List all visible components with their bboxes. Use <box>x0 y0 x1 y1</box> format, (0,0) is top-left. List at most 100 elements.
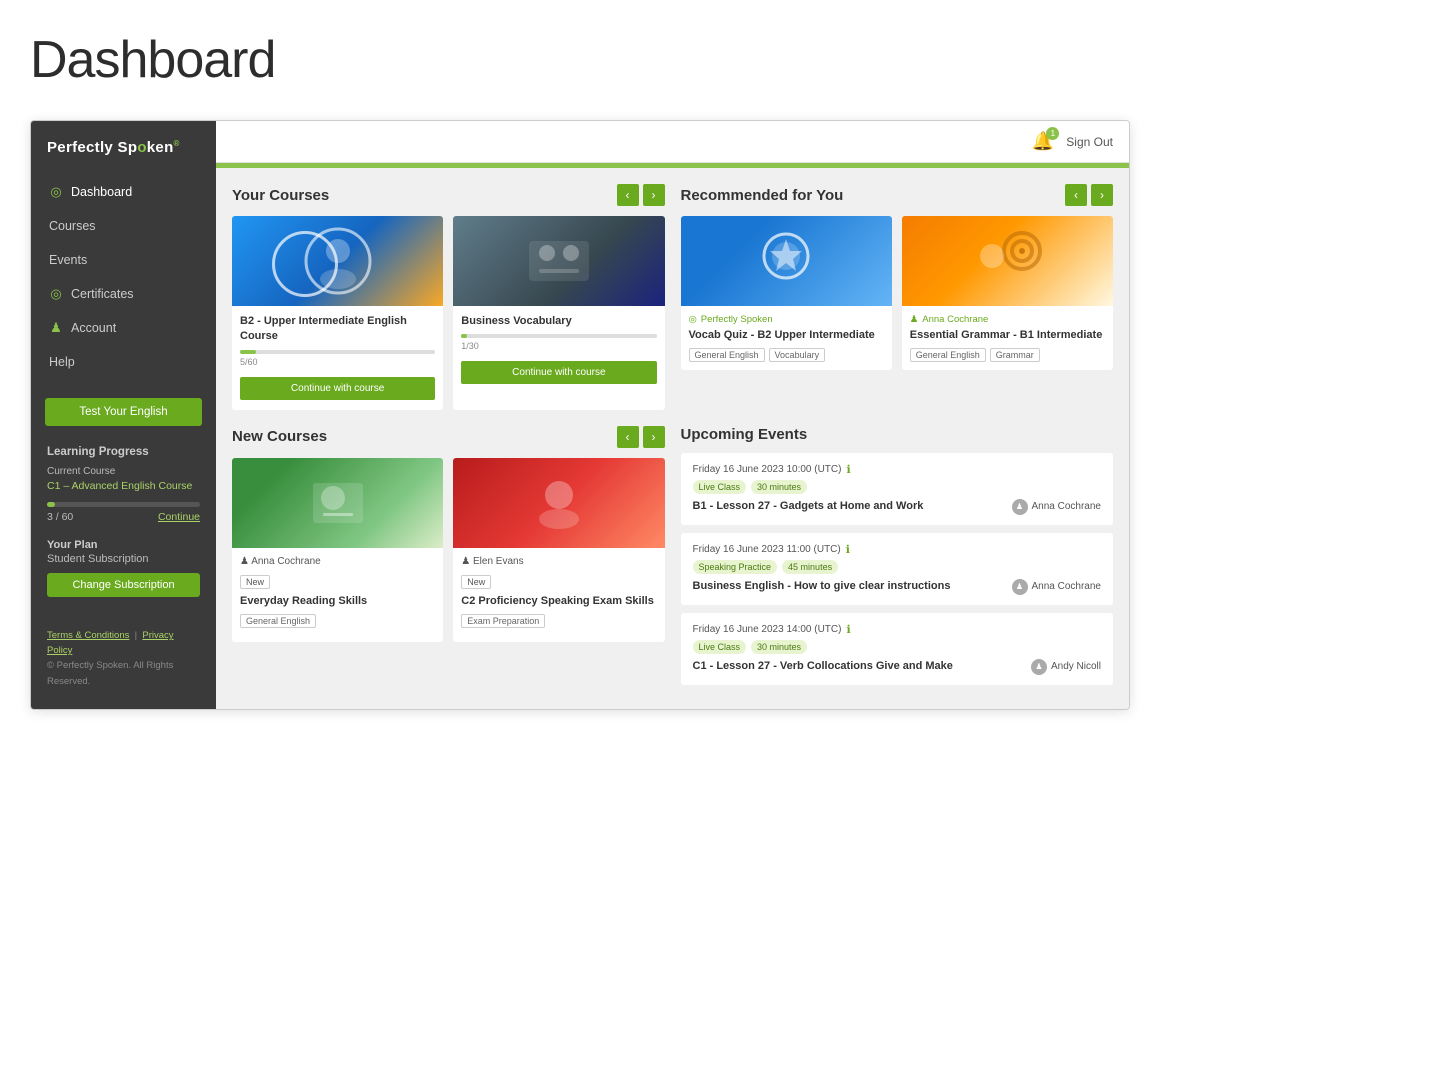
change-subscription-button[interactable]: Change Subscription <box>47 573 200 597</box>
notification-bell[interactable]: 🔔 1 <box>1032 131 1054 152</box>
event-2-info-icon: ℹ <box>846 543 850 556</box>
instructor-2-icon: ♟ <box>461 556 470 567</box>
rec-card-2-body: ♟ Anna Cochrane Essential Grammar - B1 I… <box>902 306 1113 370</box>
event-2-instructor-avatar: ♟ <box>1012 579 1028 595</box>
new-card-1-instructor: ♟ Anna Cochrane <box>240 556 321 567</box>
new-card-1-badge: New <box>240 575 270 589</box>
event-2-tag-2: 45 minutes <box>782 560 838 574</box>
sidebar-item-certificates[interactable]: ◎ Certificates <box>31 278 216 310</box>
course-card-1-progress-text: 5/60 <box>240 357 435 367</box>
test-your-english-button[interactable]: Test Your English <box>45 398 202 426</box>
sign-out-button[interactable]: Sign Out <box>1066 135 1113 149</box>
new-course-card-1-body: ♟ Anna Cochrane New Everyday Reading Ski… <box>232 548 443 632</box>
terms-link[interactable]: Terms & Conditions <box>47 630 129 641</box>
provider-2-icon: ♟ <box>910 314 919 325</box>
plan-title: Your Plan <box>47 539 200 551</box>
course-card-2-image <box>453 216 664 306</box>
event-1-tags: Live Class 30 minutes <box>693 480 1102 494</box>
course-card-1-continue[interactable]: Continue with course <box>240 377 435 400</box>
rec-card-2-provider: ♟ Anna Cochrane <box>910 314 1105 325</box>
your-courses-next[interactable]: › <box>643 184 665 206</box>
upcoming-events-title: Upcoming Events <box>681 426 808 443</box>
event-1-tag-2: 30 minutes <box>751 480 807 494</box>
app-frame: Perfectly Spoken® ◎ Dashboard Courses Ev… <box>30 120 1130 710</box>
current-course-link[interactable]: C1 – Advanced English Course <box>47 480 192 492</box>
event-1-title: B1 - Lesson 27 - Gadgets at Home and Wor… <box>693 499 1012 514</box>
rec-card-1-image <box>681 216 892 306</box>
course-card-2-title: Business Vocabulary <box>461 314 656 329</box>
learning-progress-title: Learning Progress <box>31 436 216 462</box>
rec-card-2-tags: General English Grammar <box>910 348 1105 362</box>
new-courses-header: New Courses ‹ › <box>232 426 665 448</box>
new-card-2-tag: Exam Preparation <box>461 614 545 628</box>
recommended-title: Recommended for You <box>681 187 844 204</box>
event-3-date: Friday 16 June 2023 14:00 (UTC) ℹ <box>693 623 1102 636</box>
event-2-tags: Speaking Practice 45 minutes <box>693 560 1102 574</box>
new-card-1-tag: General English <box>240 614 316 628</box>
your-courses-grid: B2 - Upper Intermediate English Course 5… <box>232 216 665 410</box>
your-courses-prev[interactable]: ‹ <box>617 184 639 206</box>
dashboard-icon: ◎ <box>49 185 63 199</box>
rec-card-2: ♟ Anna Cochrane Essential Grammar - B1 I… <box>902 216 1113 370</box>
event-3-title-row: C1 - Lesson 27 - Verb Collocations Give … <box>693 659 1102 675</box>
new-courses-section: New Courses ‹ › <box>232 426 665 693</box>
sidebar-item-events[interactable]: Events <box>31 244 216 276</box>
rec-card-2-title: Essential Grammar - B1 Intermediate <box>910 328 1105 343</box>
recommended-grid: ◎ Perfectly Spoken Vocab Quiz - B2 Upper… <box>681 216 1114 370</box>
rec-card-2-image <box>902 216 1113 306</box>
recommended-section: Recommended for You ‹ › <box>681 184 1114 410</box>
sidebar-item-help[interactable]: Help <box>31 346 216 378</box>
new-courses-title: New Courses <box>232 428 327 445</box>
topbar: 🔔 1 Sign Out <box>216 121 1129 163</box>
plan-value: Student Subscription <box>47 553 200 565</box>
sidebar: Perfectly Spoken® ◎ Dashboard Courses Ev… <box>31 121 216 709</box>
your-courses-section: Your Courses ‹ › <box>232 184 665 410</box>
rec-card-1-body: ◎ Perfectly Spoken Vocab Quiz - B2 Upper… <box>681 306 892 370</box>
new-course-card-2-image <box>453 458 664 548</box>
event-3-tag-1: Live Class <box>693 640 747 654</box>
your-courses-title: Your Courses <box>232 187 329 204</box>
new-course-card-2-title: C2 Proficiency Speaking Exam Skills <box>461 594 656 609</box>
course-card-1-title: B2 - Upper Intermediate English Course <box>240 314 435 345</box>
new-course-card-2-body: ♟ Elen Evans New C2 Proficiency Speaking… <box>453 548 664 632</box>
your-courses-nav: ‹ › <box>617 184 665 206</box>
sidebar-nav: ◎ Dashboard Courses Events ◎ Certificate… <box>31 176 216 388</box>
new-courses-next[interactable]: › <box>643 426 665 448</box>
current-course-label: Current Course C1 – Advanced English Cou… <box>31 462 216 500</box>
event-2-title-row: Business English - How to give clear ins… <box>693 579 1102 595</box>
new-course-card-1: ♟ Anna Cochrane New Everyday Reading Ski… <box>232 458 443 642</box>
event-2-title: Business English - How to give clear ins… <box>693 579 1012 594</box>
recommended-next[interactable]: › <box>1091 184 1113 206</box>
event-3-tag-2: 30 minutes <box>751 640 807 654</box>
sidebar-item-courses[interactable]: Courses <box>31 210 216 242</box>
instructor-1-icon: ♟ <box>240 556 249 567</box>
course-progress-text: 3 / 60 Continue <box>31 511 216 529</box>
event-1-date: Friday 16 June 2023 10:00 (UTC) ℹ <box>693 463 1102 476</box>
sidebar-logo: Perfectly Spoken® <box>31 121 216 176</box>
new-courses-nav: ‹ › <box>617 426 665 448</box>
rec-card-1-tag-2: Vocabulary <box>769 348 826 362</box>
event-3-tags: Live Class 30 minutes <box>693 640 1102 654</box>
event-2-date: Friday 16 June 2023 11:00 (UTC) ℹ <box>693 543 1102 556</box>
your-course-card-1: B2 - Upper Intermediate English Course 5… <box>232 216 443 410</box>
upcoming-events-header: Upcoming Events <box>681 426 1114 443</box>
event-3-instructor-avatar: ♟ <box>1031 659 1047 675</box>
new-courses-prev[interactable]: ‹ <box>617 426 639 448</box>
event-1-instructor-avatar: ♟ <box>1012 499 1028 515</box>
notification-badge: 1 <box>1046 127 1059 140</box>
your-course-card-2: Business Vocabulary 1/30 Continue with c… <box>453 216 664 410</box>
recommended-prev[interactable]: ‹ <box>1065 184 1087 206</box>
sidebar-item-dashboard[interactable]: ◎ Dashboard <box>31 176 216 208</box>
plan-section: Your Plan Student Subscription Change Su… <box>31 529 216 607</box>
continue-link[interactable]: Continue <box>158 511 200 523</box>
event-1-info-icon: ℹ <box>846 463 850 476</box>
event-1-tag-1: Live Class <box>693 480 747 494</box>
main-body: Your Courses ‹ › <box>216 168 1129 709</box>
account-icon: ♟ <box>49 321 63 335</box>
rec-card-2-tag-1: General English <box>910 348 986 362</box>
event-2-tag-1: Speaking Practice <box>693 560 778 574</box>
sidebar-item-account[interactable]: ♟ Account <box>31 312 216 344</box>
page-title: Dashboard <box>30 30 1410 90</box>
course-card-2-continue[interactable]: Continue with course <box>461 361 656 384</box>
upcoming-events-section: Upcoming Events Friday 16 June 2023 10:0… <box>681 426 1114 693</box>
